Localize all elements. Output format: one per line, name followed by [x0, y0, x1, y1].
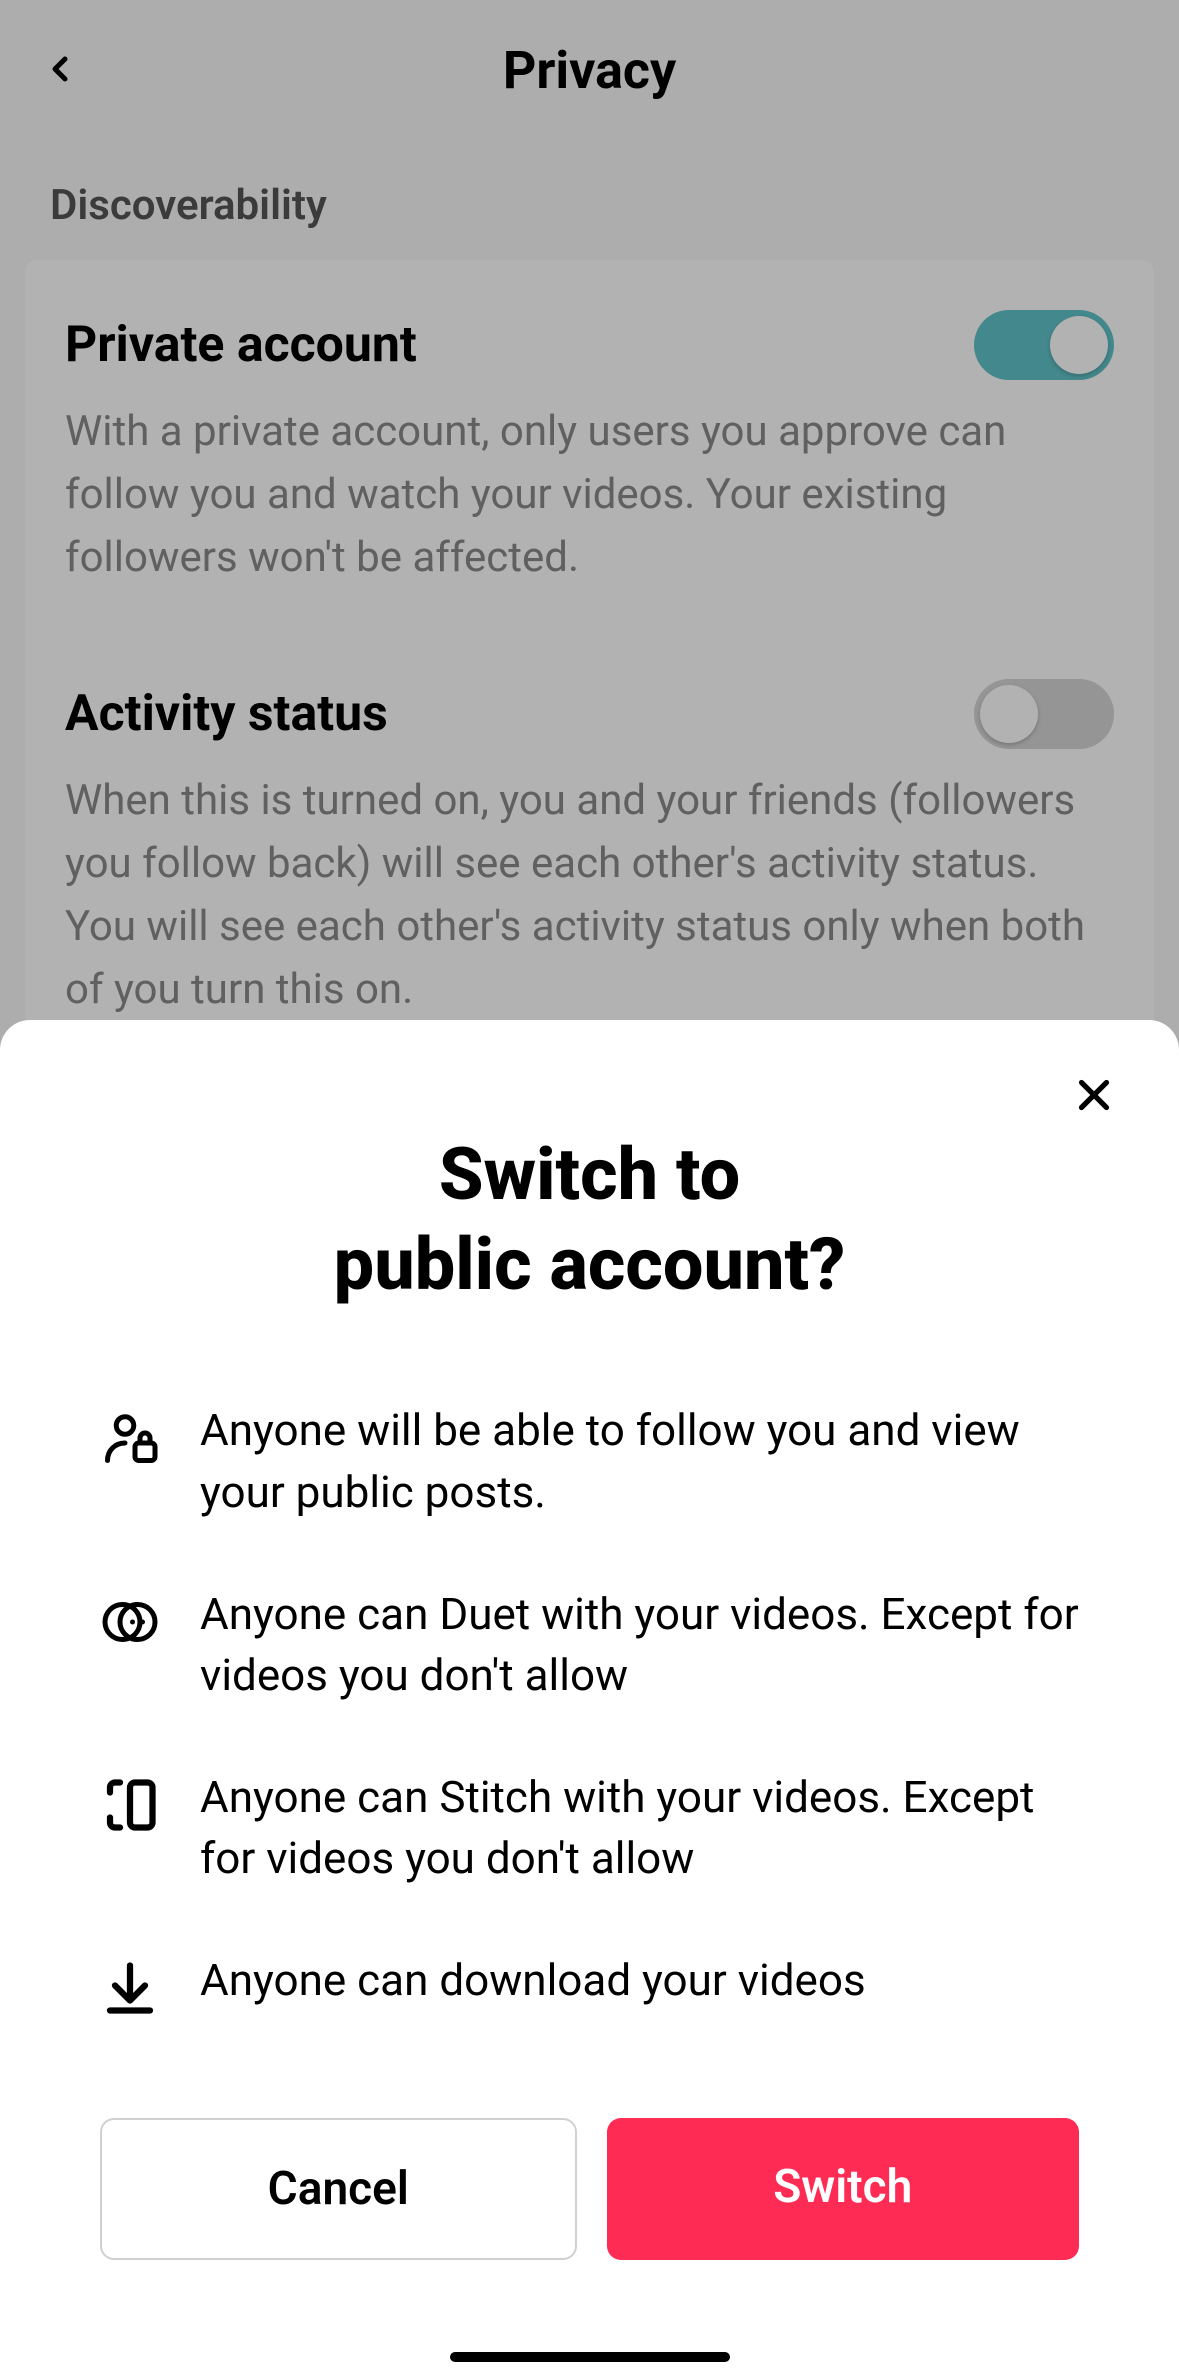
- modal-item-text: Anyone can Stitch with your videos. Exce…: [200, 1767, 1079, 1890]
- modal-item-text: Anyone can Duet with your videos. Except…: [200, 1584, 1079, 1707]
- modal-item-stitch: Anyone can Stitch with your videos. Exce…: [100, 1767, 1079, 1890]
- close-button[interactable]: [1069, 1070, 1119, 1124]
- modal-item-duet: Anyone can Duet with your videos. Except…: [100, 1584, 1079, 1707]
- modal-item-download: Anyone can download your videos: [100, 1950, 1079, 2018]
- stitch-icon: [100, 1775, 160, 1835]
- switch-public-modal: Switch to public account? Anyone will be…: [0, 1020, 1179, 2380]
- modal-item-text: Anyone can download your videos: [200, 1950, 866, 2012]
- modal-item-follow: Anyone will be able to follow you and vi…: [100, 1400, 1079, 1523]
- close-icon: [1069, 1070, 1119, 1120]
- cancel-button[interactable]: Cancel: [100, 2118, 577, 2260]
- person-lock-icon: [100, 1408, 160, 1468]
- modal-item-text: Anyone will be able to follow you and vi…: [200, 1400, 1079, 1523]
- modal-button-row: Cancel Switch: [100, 2118, 1079, 2260]
- download-icon: [100, 1958, 160, 2018]
- home-indicator[interactable]: [450, 2352, 730, 2362]
- modal-title: Switch to public account?: [100, 1130, 1079, 1310]
- duet-icon: [100, 1592, 160, 1652]
- switch-button[interactable]: Switch: [607, 2118, 1080, 2260]
